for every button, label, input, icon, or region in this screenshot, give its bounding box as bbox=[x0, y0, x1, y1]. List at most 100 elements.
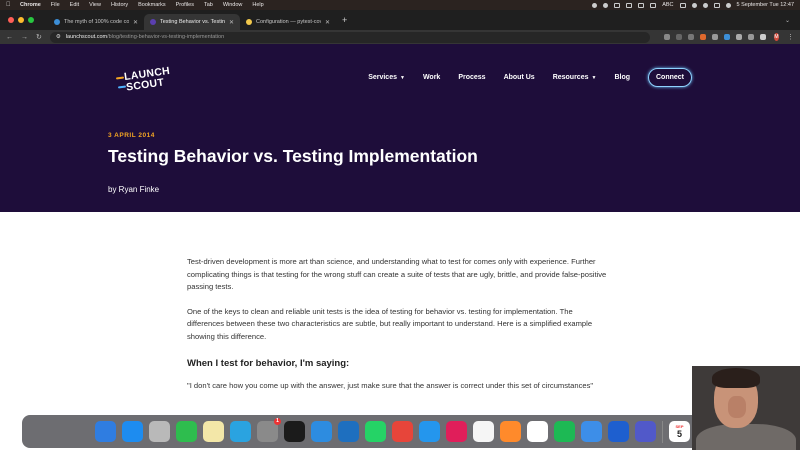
menu-view[interactable]: View bbox=[89, 2, 101, 8]
url-host: launchscout.com bbox=[65, 34, 108, 40]
nav-resources-label: Resources bbox=[552, 74, 589, 81]
nav-resources[interactable]: Resources ▼ bbox=[553, 74, 597, 81]
browser-tab[interactable]: Configuration — pytest-cov 4. ✕ bbox=[240, 14, 336, 30]
status-icon[interactable] bbox=[614, 2, 621, 8]
status-icon[interactable] bbox=[626, 2, 633, 8]
menu-file[interactable]: File bbox=[51, 2, 60, 8]
input-source-indicator[interactable]: ABC bbox=[662, 2, 673, 8]
menu-bar-clock[interactable]: 5 September Tue 12:47 bbox=[737, 2, 794, 8]
connect-button[interactable]: Connect bbox=[648, 68, 692, 87]
menu-tab[interactable]: Tab bbox=[204, 2, 213, 8]
terminal-icon[interactable] bbox=[284, 421, 305, 442]
nav-services[interactable]: Services ▼ bbox=[368, 74, 405, 81]
zoom-window-button[interactable] bbox=[28, 17, 34, 23]
apple-icon[interactable]:  bbox=[6, 2, 12, 8]
extension-icon[interactable] bbox=[711, 34, 718, 40]
tab-title: Configuration — pytest-cov 4. bbox=[256, 19, 321, 25]
address-bar[interactable]: ⚙ launchscout.com/blog/testing-behavior-… bbox=[49, 31, 650, 43]
reading-list-icon[interactable] bbox=[747, 34, 754, 40]
mail-icon[interactable] bbox=[581, 421, 602, 442]
app-store-icon[interactable] bbox=[122, 421, 143, 442]
nav-process[interactable]: Process bbox=[458, 74, 485, 81]
keyboard-icon[interactable] bbox=[650, 2, 657, 8]
teams-icon[interactable] bbox=[635, 421, 656, 442]
finder-icon[interactable] bbox=[95, 421, 116, 442]
new-tab-icon[interactable]: + bbox=[342, 15, 347, 25]
vscode-icon[interactable] bbox=[338, 421, 359, 442]
person-hand bbox=[728, 396, 746, 418]
web-page: LAUNCH SCOUT Services ▼ Work Process Abou… bbox=[0, 44, 800, 450]
close-tab-icon[interactable]: ✕ bbox=[325, 19, 330, 26]
side-panel-icon[interactable] bbox=[759, 34, 766, 40]
paragraph: "I don't care how you come up with the a… bbox=[187, 381, 594, 391]
menu-edit[interactable]: Edit bbox=[70, 2, 79, 8]
notion-icon[interactable] bbox=[527, 421, 548, 442]
nav-blog[interactable]: Blog bbox=[614, 74, 630, 81]
spotify-icon[interactable] bbox=[554, 421, 575, 442]
forward-arrow-icon[interactable]: → bbox=[21, 34, 28, 41]
minimize-window-button[interactable] bbox=[18, 17, 24, 23]
reload-icon[interactable]: ↻ bbox=[36, 33, 42, 41]
dock-separator bbox=[662, 420, 663, 443]
network-app-icon[interactable] bbox=[500, 421, 521, 442]
docker-icon[interactable] bbox=[419, 421, 440, 442]
back-arrow-icon[interactable]: ← bbox=[6, 34, 13, 41]
extension-icon[interactable] bbox=[699, 34, 706, 40]
tab-search-chevron-icon[interactable]: ⌄ bbox=[785, 17, 790, 24]
browser-toolbar: ← → ↻ ⚙ launchscout.com/blog/testing-beh… bbox=[0, 30, 800, 44]
tab-title: Testing Behavior vs. Testing Im bbox=[160, 19, 225, 25]
tab-favicon-icon bbox=[150, 19, 156, 25]
macos-menu-bar:  Chrome File Edit View History Bookmark… bbox=[0, 0, 800, 10]
bookmark-star-icon[interactable] bbox=[687, 34, 694, 40]
menu-window[interactable]: Window bbox=[223, 2, 243, 8]
browser-globe-icon[interactable] bbox=[608, 421, 629, 442]
battery-icon[interactable] bbox=[679, 2, 686, 8]
main-navigation: Services ▼ Work Process About Us Resource… bbox=[368, 68, 692, 87]
more-menu-icon[interactable]: ⋮ bbox=[787, 33, 794, 41]
extension-icon[interactable] bbox=[723, 34, 730, 40]
section-heading: When I test for behavior, I'm saying: bbox=[187, 357, 350, 369]
browser-tab[interactable]: The myth of 100% code cover ✕ bbox=[48, 14, 144, 30]
menu-bookmarks[interactable]: Bookmarks bbox=[138, 2, 166, 8]
calendar-day: 5 bbox=[676, 429, 682, 439]
menu-profiles[interactable]: Profiles bbox=[176, 2, 194, 8]
slack-icon[interactable] bbox=[446, 421, 467, 442]
nav-about-us[interactable]: About Us bbox=[504, 74, 535, 81]
tasks-icon[interactable] bbox=[473, 421, 494, 442]
whatsapp-icon[interactable] bbox=[365, 421, 386, 442]
notes-icon[interactable] bbox=[203, 421, 224, 442]
search-icon[interactable] bbox=[702, 2, 708, 8]
nav-work[interactable]: Work bbox=[423, 74, 440, 81]
status-icon[interactable] bbox=[592, 2, 598, 8]
chevron-down-icon: ▼ bbox=[591, 75, 597, 81]
site-info-icon[interactable]: ⚙ bbox=[56, 34, 61, 40]
share-icon[interactable] bbox=[675, 34, 682, 40]
calendar-icon[interactable]: SEP 5 bbox=[669, 421, 690, 442]
status-icon[interactable] bbox=[638, 2, 645, 8]
menu-help[interactable]: Help bbox=[252, 2, 263, 8]
facetime-icon[interactable] bbox=[176, 421, 197, 442]
nav-services-label: Services bbox=[368, 74, 397, 81]
extensions-area bbox=[663, 34, 766, 40]
launchpad-icon[interactable] bbox=[149, 421, 170, 442]
profile-avatar[interactable]: M bbox=[773, 33, 779, 41]
telegram-icon[interactable] bbox=[230, 421, 251, 442]
browser-tab-active[interactable]: Testing Behavior vs. Testing Im ✕ bbox=[144, 14, 240, 30]
skype-icon[interactable] bbox=[311, 421, 332, 442]
status-area: ABC 5 September Tue 12:47 bbox=[592, 2, 794, 8]
puzzle-extensions-icon[interactable] bbox=[735, 34, 742, 40]
google-lens-icon[interactable] bbox=[663, 34, 670, 40]
control-center-icon[interactable] bbox=[713, 2, 720, 8]
chrome-icon[interactable] bbox=[392, 421, 413, 442]
menu-history[interactable]: History bbox=[111, 2, 128, 8]
system-settings-icon[interactable]: 1 bbox=[257, 418, 281, 442]
status-icon[interactable] bbox=[603, 2, 609, 8]
menu-app-name[interactable]: Chrome bbox=[20, 2, 41, 8]
close-tab-icon[interactable]: ✕ bbox=[133, 19, 138, 26]
close-tab-icon[interactable]: ✕ bbox=[229, 19, 234, 26]
wifi-icon[interactable] bbox=[691, 2, 697, 8]
launch-scout-logo[interactable]: LAUNCH SCOUT bbox=[115, 65, 180, 94]
siri-icon[interactable] bbox=[725, 2, 731, 8]
url-path: /blog/testing-behavior-vs-testing-implem… bbox=[107, 34, 225, 40]
close-window-button[interactable] bbox=[8, 17, 14, 23]
